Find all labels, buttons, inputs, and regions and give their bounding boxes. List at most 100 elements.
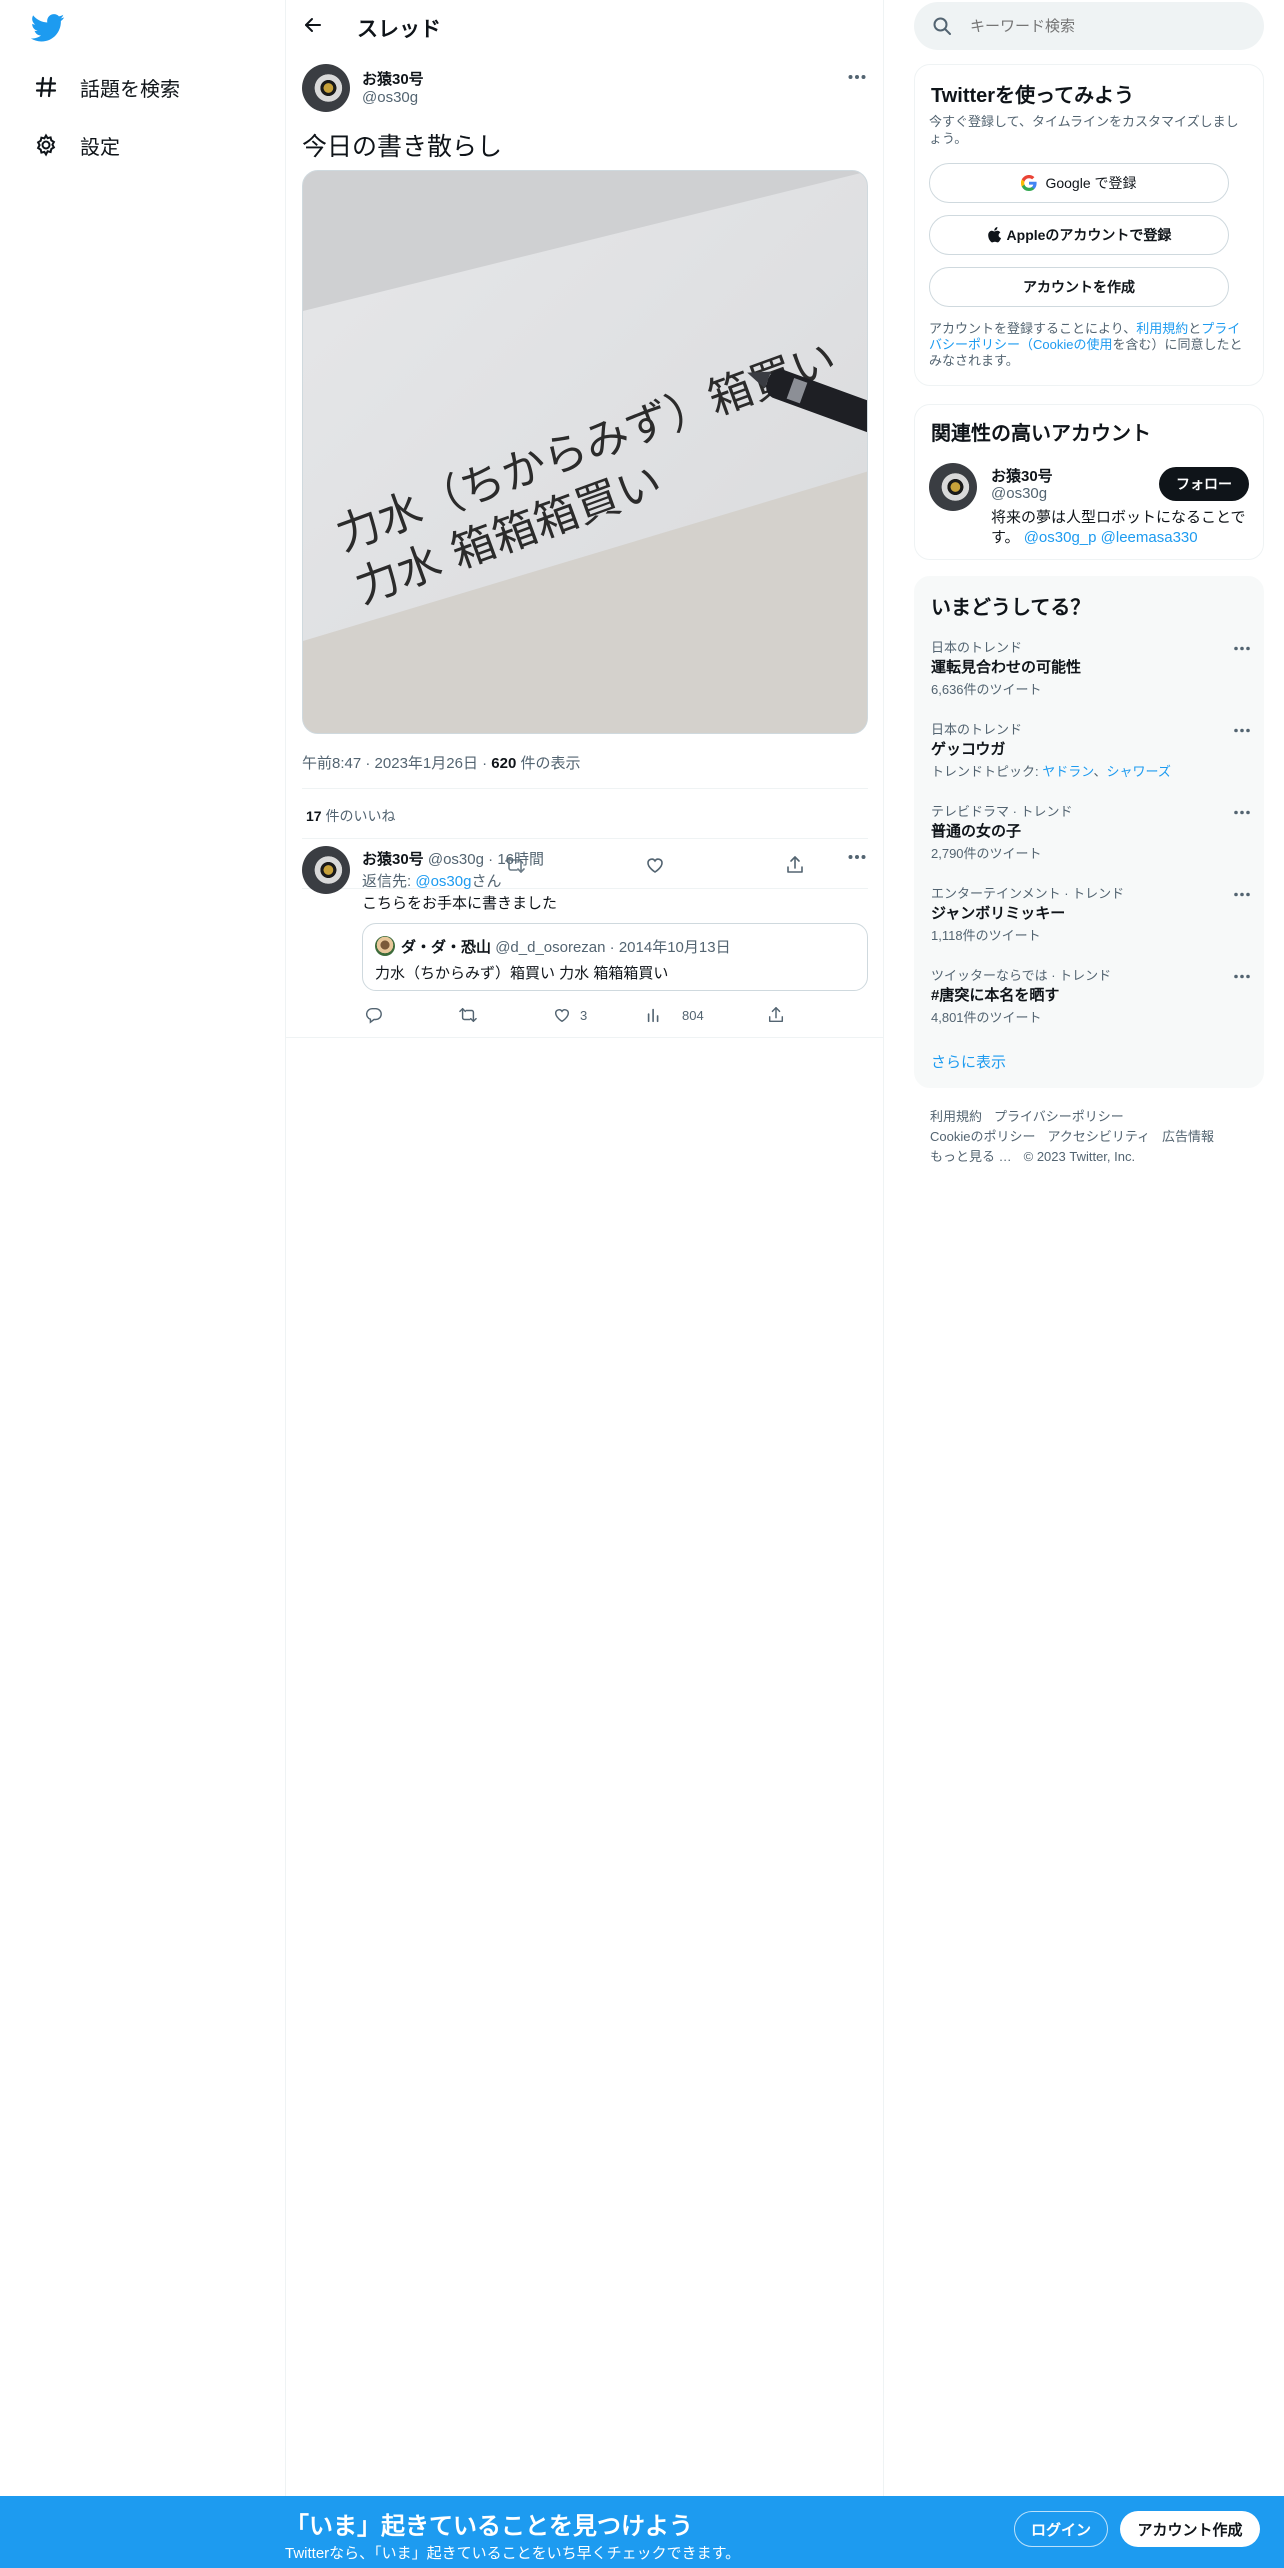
follow-button[interactable]: フォロー [1159, 467, 1249, 501]
signup-card: Twitterを使ってみよう 今すぐ登録して、タイムラインをカスタマイズしましょ… [914, 64, 1264, 386]
terms-text-1: アカウントを登録することにより、 [929, 321, 1137, 336]
google-signup-label: Google で登録 [1045, 175, 1137, 191]
google-signup-button[interactable]: Google で登録 [929, 163, 1229, 203]
bio-link-1[interactable]: @os30g_p [1024, 529, 1097, 546]
back-button[interactable] [298, 12, 328, 42]
trend-name: ゲッコウガ [931, 741, 1006, 758]
reply-views-count: 804 [682, 1008, 704, 1023]
reply-reply-icon[interactable] [362, 1003, 386, 1027]
reply-share-icon[interactable] [764, 1003, 788, 1027]
trend-count: 4,801件のツイート [931, 1010, 1042, 1025]
reply-more-icon[interactable] [846, 846, 868, 868]
apple-signup-button[interactable]: Appleのアカウントで登録 [929, 215, 1229, 255]
login-button[interactable]: ログイン [1014, 2511, 1108, 2547]
reply-like-count: 3 [580, 1008, 588, 1023]
trend-topic-link[interactable]: ヤドラン [1042, 764, 1093, 779]
reply-like-icon[interactable] [550, 1003, 574, 1027]
photo-content: 力水（ちからみず）箱買い 力水 箱箱箱買い [303, 171, 867, 733]
author-name[interactable]: お猿30号 [362, 68, 424, 89]
relevant-bio: 将来の夢は人型ロボットになることです。 @os30g_p @leemasa330 [991, 508, 1256, 548]
footer-link[interactable]: 利用規約 [930, 1109, 982, 1124]
bio-link-2[interactable]: @leemasa330 [1101, 529, 1198, 546]
author-handle[interactable]: @os30g [362, 89, 418, 106]
footer-line-2: Cookieのポリシー アクセシビリティ 広告情報 [930, 1126, 1214, 1145]
likes-label: 件のいいね [321, 808, 396, 824]
relevant-name[interactable]: お猿30号 [991, 465, 1053, 486]
share-icon[interactable] [783, 853, 807, 877]
views-count: 620 [491, 755, 517, 772]
quote-date: 2014年10月13日 [618, 939, 731, 956]
create-account-label: アカウントを作成 [1023, 279, 1135, 295]
signup-terms: アカウントを登録することにより、利用規約とプライバシーポリシー（Cookieの使… [929, 321, 1251, 369]
relevant-handle[interactable]: @os30g [991, 485, 1047, 502]
reply-avatar[interactable] [302, 846, 350, 894]
reply-retweet-icon[interactable] [456, 1003, 480, 1027]
relevant-avatar[interactable] [929, 463, 977, 511]
signup-button[interactable]: アカウント作成 [1120, 2511, 1260, 2547]
like-icon[interactable] [643, 853, 667, 877]
trend-category: テレビドラマ · トレンド [931, 804, 1073, 819]
footer-copyright: © 2023 Twitter, Inc. [1023, 1149, 1136, 1164]
left-nav: 話題を検索 設定 [0, 0, 285, 2496]
tweet-text: 今日の書き散らし [302, 133, 503, 161]
trend-topic-link[interactable]: シャワーズ [1106, 764, 1170, 779]
footer-line-1: 利用規約 プライバシーポリシー [930, 1106, 1124, 1125]
signup-card-subtitle: 今すぐ登録して、タイムラインをカスタマイズしましょう。 [929, 114, 1239, 146]
trend-topics-label: トレンドトピック: [931, 764, 1043, 779]
tweet-meta: 午前8:47 · 2023年1月26日 · 620 件の表示 [302, 755, 581, 772]
search-box[interactable] [914, 2, 1264, 50]
trend-more-icon[interactable] [1231, 883, 1253, 905]
terms-text-2: と [1188, 321, 1202, 336]
reply-time[interactable]: 16時間 [497, 851, 544, 868]
trend-name: ジャンボリミッキー [931, 905, 1066, 922]
more-icon[interactable] [846, 66, 868, 88]
footer-link[interactable]: 広告情報 [1162, 1129, 1214, 1144]
nav-explore[interactable]: 話題を検索 [33, 67, 180, 107]
search-input[interactable] [970, 14, 1250, 38]
likes-summary[interactable]: 17 件のいいね [306, 806, 395, 826]
trend-topics: トレンドトピック: ヤドラン、シャワーズ [931, 764, 1171, 779]
reply-text: こちらをお手本に書きました [362, 895, 558, 912]
relevant-title: 関連性の高いアカウント [931, 423, 1151, 445]
trend-more-icon[interactable] [1231, 965, 1253, 987]
divider [286, 1037, 883, 1038]
footer-link[interactable]: プライバシーポリシー [994, 1109, 1124, 1124]
quote-avatar [375, 936, 395, 956]
footer-line-3: もっと見る … © 2023 Twitter, Inc. [930, 1146, 1135, 1165]
trend-more-icon[interactable] [1231, 801, 1253, 823]
signup-card-title: Twitterを使ってみよう [931, 85, 1135, 107]
divider [302, 788, 868, 789]
trend-more-icon[interactable] [1231, 637, 1253, 659]
reply-to-handle[interactable]: @os30g [415, 873, 471, 890]
main-column: スレッド お猿30号 @os30g 今日の書き散らし 力水（ちからみず）箱買い … [286, 0, 883, 2496]
twitter-logo-icon[interactable] [30, 14, 65, 42]
tweet-time[interactable]: 午前8:47 [302, 755, 361, 772]
create-account-button[interactable]: アカウントを作成 [929, 267, 1229, 307]
gear-icon [33, 132, 59, 158]
arrow-left-icon [303, 15, 323, 40]
trend-count: 6,636件のツイート [931, 682, 1042, 697]
footer-more-link[interactable]: もっと見る … [930, 1149, 1012, 1164]
trend-more-icon[interactable] [1231, 719, 1253, 741]
quote-tweet[interactable]: ダ・ダ・恐山 @d_d_osorezan · 2014年10月13日 力水（ちか… [362, 923, 868, 991]
tweet-date[interactable]: 2023年1月26日 [375, 755, 478, 772]
trend-category: エンターテインメント · トレンド [931, 886, 1125, 901]
reply-author-handle[interactable]: @os30g [428, 851, 484, 868]
tweet-photo[interactable]: 力水（ちからみず）箱買い 力水 箱箱箱買い [302, 170, 868, 734]
relevant-accounts-card: 関連性の高いアカウント お猿30号 @os30g フォロー 将来の夢は人型ロボッ… [914, 404, 1264, 560]
footer-link[interactable]: アクセシビリティ [1047, 1129, 1150, 1144]
terms-link[interactable]: 利用規約 [1136, 321, 1188, 336]
trend-count: 1,118件のツイート [931, 928, 1041, 943]
nav-settings[interactable]: 設定 [33, 125, 120, 165]
avatar[interactable] [302, 64, 350, 112]
footer-link[interactable]: Cookieのポリシー [930, 1129, 1035, 1144]
trend-category: 日本のトレンド [931, 722, 1023, 737]
apple-icon [987, 227, 1001, 243]
likes-count: 17 [306, 808, 322, 824]
reply-to-suffix: さん [471, 873, 502, 890]
reply-author-name[interactable]: お猿30号 [362, 851, 424, 868]
trend-name: 普通の女の子 [931, 823, 1022, 840]
google-icon [1021, 175, 1038, 191]
reply-views-icon[interactable] [642, 1003, 666, 1027]
show-more-link[interactable]: さらに表示 [931, 1051, 1006, 1072]
